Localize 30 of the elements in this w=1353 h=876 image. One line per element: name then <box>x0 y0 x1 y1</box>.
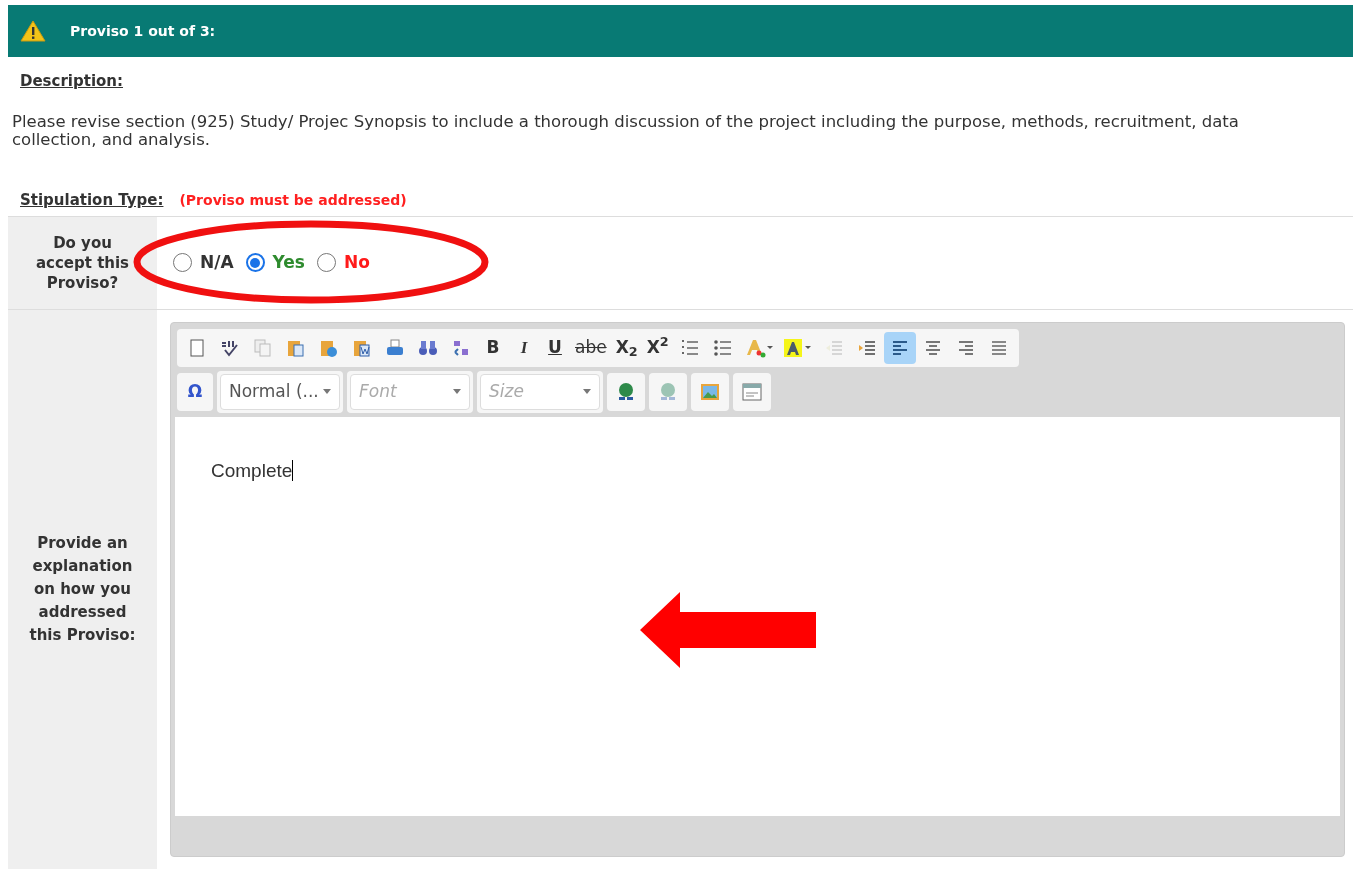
radio-label[interactable]: N/A <box>200 249 234 276</box>
highlight-color-icon <box>782 336 813 359</box>
stipulation-note: (Proviso must be addressed) <box>179 191 407 210</box>
toolbar-button[interactable]: X$^{2}$ <box>642 331 673 364</box>
header-title: Proviso 1 out of 3: <box>70 21 216 41</box>
toolbar-button[interactable]: X$_{2}$ <box>611 331 642 364</box>
editor-text-area[interactable]: Complete <box>175 416 1340 816</box>
toolbar-button[interactable]: B <box>478 331 508 364</box>
row-label: Provide an explanation on how you addressed this Proviso: <box>28 532 137 646</box>
caret-icon <box>323 389 331 394</box>
toolbar-button[interactable] <box>883 331 916 364</box>
radio-label[interactable]: Yes <box>272 249 305 276</box>
copy-icon <box>252 336 274 359</box>
window-icon <box>741 380 763 403</box>
radio-label[interactable]: No <box>344 249 370 276</box>
radio-button[interactable] <box>317 253 336 272</box>
editor-text: Complete <box>211 459 294 481</box>
radio-button[interactable] <box>245 253 265 272</box>
section-heading: Stipulation Type: <box>20 190 164 211</box>
toolbar-button[interactable]: U <box>540 331 570 364</box>
toolbar-button[interactable]: abe <box>571 331 611 364</box>
radio-button[interactable] <box>173 253 192 272</box>
caret-icon <box>453 389 461 394</box>
section-heading: Description: <box>20 72 123 90</box>
description-text: Please revise section (925) Study/ Projec Synopsis to include a thorough discussion of the project including the purpose, methods, recruitment, data collection, and analysis. <box>12 113 1240 149</box>
caret-icon <box>583 389 591 394</box>
format-dropdown[interactable]: Normal (... <box>220 373 340 410</box>
row-label: Do you accept this Proviso? <box>34 232 131 293</box>
warning-icon <box>20 19 46 43</box>
toolbar-button[interactable]: I <box>509 331 539 364</box>
